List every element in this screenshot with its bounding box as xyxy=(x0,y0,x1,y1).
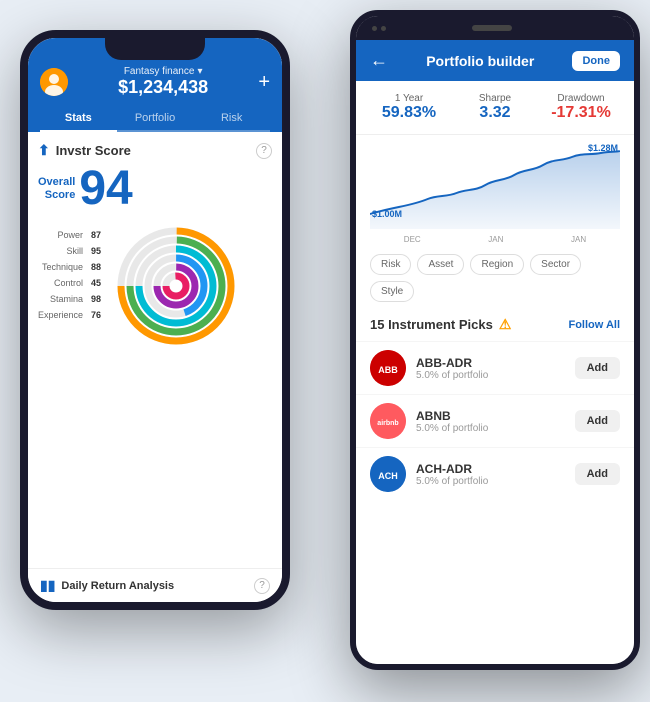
score-display: OverallScore 94 xyxy=(38,165,272,213)
phone2: ← Portfolio builder Done 1 Year 59.83% S… xyxy=(350,10,640,670)
follow-all-button[interactable]: Follow All xyxy=(568,319,620,331)
phones-container: Fantasy finance ▾ $1,234,438 + Stats Por… xyxy=(0,0,650,702)
invstr-score-header: ⬆ Invstr Score ? xyxy=(38,142,272,159)
picks-title: 15 Instrument Picks ⚠ xyxy=(370,316,511,333)
radial-chart xyxy=(111,221,241,351)
back-button[interactable]: ← xyxy=(370,50,388,71)
sensor-dot xyxy=(381,26,386,31)
invstr-icon: ⬆ xyxy=(38,142,50,159)
phone2-header: ← Portfolio builder Done xyxy=(356,40,634,81)
phone2-title: Portfolio builder xyxy=(426,53,534,69)
filter-region[interactable]: Region xyxy=(470,254,524,275)
instrument-item-ach: ACH ACH-ADR 5.0% of portfolio Add xyxy=(356,447,634,500)
help-icon[interactable]: ? xyxy=(256,143,272,159)
stat-sharpe: Sharpe 3.32 xyxy=(456,93,534,122)
tab-portfolio[interactable]: Portfolio xyxy=(117,106,194,130)
filter-style[interactable]: Style xyxy=(370,281,414,302)
tab-stats[interactable]: Stats xyxy=(40,106,117,132)
add-abnb-button[interactable]: Add xyxy=(575,410,620,432)
invstr-score-title: ⬆ Invstr Score xyxy=(38,142,131,159)
overall-label: OverallScore xyxy=(38,176,75,202)
instrument-item-abb: ABB ABB-ADR 5.0% of portfolio Add xyxy=(356,341,634,394)
chart-area: $1.28M $1.00M xyxy=(356,135,634,235)
account-name: Fantasy finance ▾ xyxy=(68,66,258,77)
filter-asset[interactable]: Asset xyxy=(417,254,464,275)
done-button[interactable]: Done xyxy=(572,51,620,71)
footer-help-icon[interactable]: ? xyxy=(254,578,270,594)
overall-score: 94 xyxy=(79,165,132,213)
camera-dots xyxy=(372,26,386,31)
tab-risk[interactable]: Risk xyxy=(193,106,270,130)
stat-drawdown: Drawdown -17.31% xyxy=(542,93,620,122)
chart-high-label: $1.28M xyxy=(588,143,618,153)
phone1-screen: Fantasy finance ▾ $1,234,438 + Stats Por… xyxy=(28,38,282,602)
chart-low-label: $1.00M xyxy=(372,209,402,219)
chart-labels: DEC JAN JAN xyxy=(356,235,634,248)
account-info: Fantasy finance ▾ $1,234,438 xyxy=(68,66,258,98)
balance: $1,234,438 xyxy=(68,77,258,98)
instrument-item-abnb: airbnb ABNB 5.0% of portfolio Add xyxy=(356,394,634,447)
phone2-screen: ← Portfolio builder Done 1 Year 59.83% S… xyxy=(356,40,634,664)
metric-values: 87 95 88 45 98 76 xyxy=(91,230,101,320)
filter-tabs: Risk Asset Region Sector Style xyxy=(356,248,634,308)
stat-1year: 1 Year 59.83% xyxy=(370,93,448,122)
add-button-phone1[interactable]: + xyxy=(258,71,270,94)
avatar xyxy=(40,68,68,96)
ach-logo: ACH xyxy=(370,456,406,492)
filter-risk[interactable]: Risk xyxy=(370,254,411,275)
abnb-logo: airbnb xyxy=(370,403,406,439)
abnb-info: ABNB 5.0% of portfolio xyxy=(416,409,565,434)
bar-chart-icon: ▮▮ xyxy=(40,577,55,594)
camera-dot xyxy=(372,26,377,31)
add-ach-button[interactable]: Add xyxy=(575,463,620,485)
account-row: Fantasy finance ▾ $1,234,438 + xyxy=(40,66,270,98)
abb-logo: ABB xyxy=(370,350,406,386)
phone1-tabs: Stats Portfolio Risk xyxy=(40,106,270,132)
add-abb-button[interactable]: Add xyxy=(575,357,620,379)
phone2-top-bar xyxy=(356,16,634,40)
phone1-notch xyxy=(105,38,205,60)
filter-sector[interactable]: Sector xyxy=(530,254,581,275)
warning-icon: ⚠ xyxy=(499,316,512,333)
phone1: Fantasy finance ▾ $1,234,438 + Stats Por… xyxy=(20,30,290,610)
phone1-body: ⬆ Invstr Score ? OverallScore 94 Power xyxy=(28,132,282,568)
abb-info: ABB-ADR 5.0% of portfolio xyxy=(416,356,565,381)
picks-header: 15 Instrument Picks ⚠ Follow All xyxy=(356,308,634,341)
svg-text:ACH: ACH xyxy=(378,471,398,481)
metric-labels: Power Skill Technique Control Stamina Ex… xyxy=(38,230,83,320)
ach-info: ACH-ADR 5.0% of portfolio xyxy=(416,462,565,487)
daily-return-item[interactable]: ▮▮ Daily Return Analysis xyxy=(40,577,174,594)
svg-text:ABB: ABB xyxy=(378,365,398,375)
instrument-list: ABB ABB-ADR 5.0% of portfolio Add airbnb xyxy=(356,341,634,500)
phone1-footer: ▮▮ Daily Return Analysis ? xyxy=(28,568,282,602)
svg-text:airbnb: airbnb xyxy=(377,420,398,427)
phone2-stats: 1 Year 59.83% Sharpe 3.32 Drawdown -17.3… xyxy=(356,81,634,135)
score-row: Power Skill Technique Control Stamina Ex… xyxy=(38,221,272,351)
